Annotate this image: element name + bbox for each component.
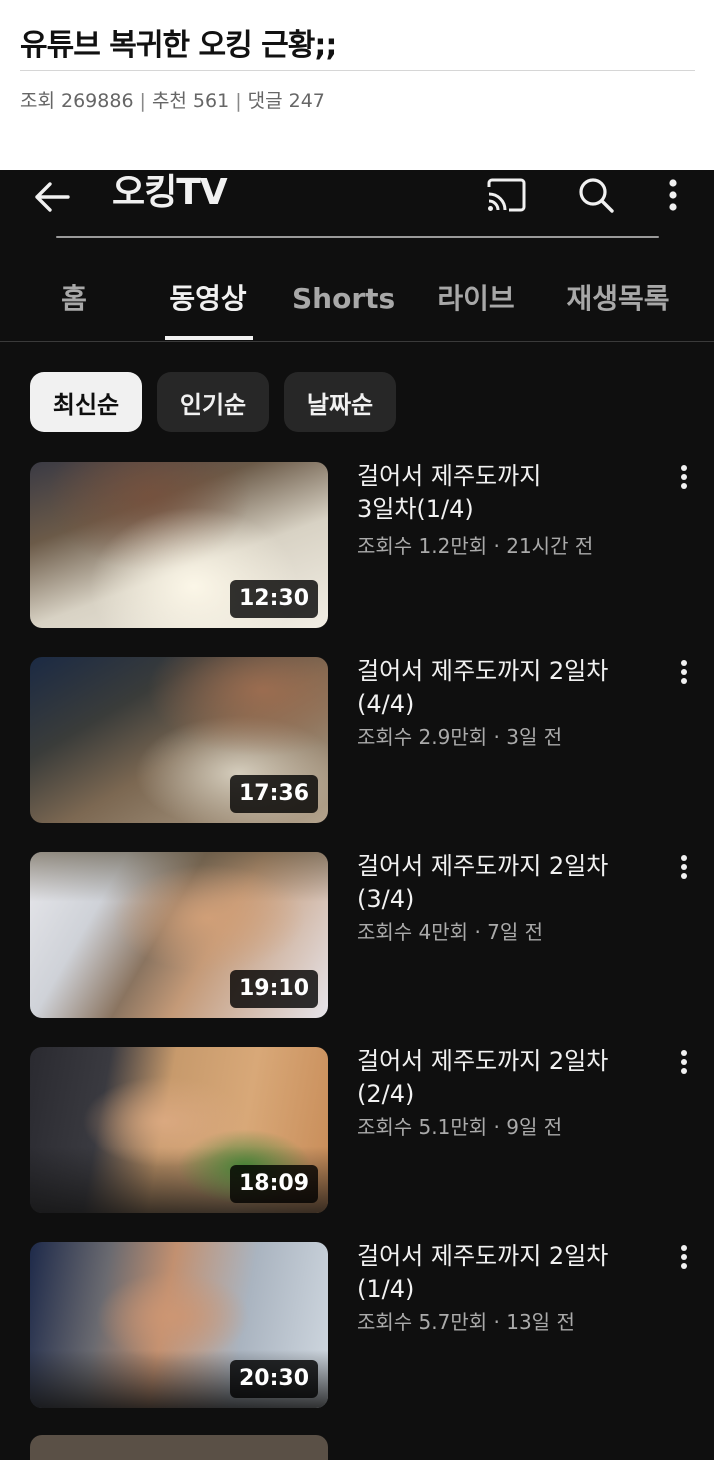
video-thumbnail[interactable] (30, 1435, 328, 1460)
video-meta: 조회수 2.9만회 · 3일 전 (357, 725, 563, 749)
more-vertical-icon (681, 465, 687, 489)
app-bar: 오킹TV (0, 170, 714, 250)
video-meta: 조회수 5.7만회 · 13일 전 (357, 1310, 575, 1334)
video-item[interactable]: 17:36 걸어서 제주도까지 2일차 (4/4) 조회수 2.9만회 · 3일… (0, 655, 714, 825)
post-divider (20, 70, 695, 71)
chip-oldest[interactable]: 날짜순 (284, 372, 396, 432)
more-vertical-icon (681, 855, 687, 879)
channel-tabs: 홈 동영상 Shorts 라이브 재생목록 (0, 266, 714, 342)
video-item[interactable]: 18:09 걸어서 제주도까지 2일차 (2/4) 조회수 5.1만회 · 9일… (0, 1045, 714, 1215)
post-comments: 댓글 247 (247, 90, 325, 112)
video-thumbnail[interactable]: 12:30 (30, 462, 328, 628)
video-duration: 12:30 (229, 580, 318, 618)
video-meta: 조회수 5.1만회 · 9일 전 (357, 1115, 563, 1139)
post-header: 유튜브 복귀한 오킹 근황;; 조회 269886 | 추천 561 | 댓글 247 (0, 0, 714, 170)
video-item[interactable]: 12:30 걸어서 제주도까지 3일차(1/4) 조회수 1.2만회 · 21시… (0, 460, 714, 630)
back-button[interactable] (26, 174, 78, 220)
cast-icon (487, 178, 526, 212)
video-item-partial[interactable] (0, 1435, 714, 1460)
youtube-app-screen: 오킹TV 홈 동영상 Shorts 라이브 재생목록 최신순 인기순 날짜순 1… (0, 170, 714, 1460)
video-meta: 조회수 1.2만회 · 21시간 전 (357, 534, 594, 558)
video-more-button[interactable] (666, 854, 702, 894)
video-thumbnail[interactable]: 20:30 (30, 1242, 328, 1408)
video-more-button[interactable] (666, 464, 702, 504)
video-duration: 20:30 (229, 1360, 318, 1398)
video-title[interactable]: 걸어서 제주도까지 2일차 (3/4) (357, 850, 657, 916)
search-icon (579, 178, 614, 213)
tab-home[interactable]: 홈 (48, 276, 100, 322)
video-item[interactable]: 20:30 걸어서 제주도까지 2일차 (1/4) 조회수 5.7만회 · 13… (0, 1240, 714, 1410)
channel-name: 오킹TV (112, 172, 228, 213)
sort-chips: 최신순 인기순 날짜순 (0, 372, 714, 434)
search-button[interactable] (572, 172, 620, 218)
video-duration: 17:36 (229, 775, 318, 813)
more-vertical-icon (681, 660, 687, 684)
video-thumbnail[interactable]: 17:36 (30, 657, 328, 823)
post-views: 조회 269886 (20, 90, 134, 112)
cast-button[interactable] (482, 172, 530, 218)
back-arrow-icon (35, 182, 70, 212)
video-title[interactable]: 걸어서 제주도까지 2일차 (2/4) (357, 1045, 657, 1111)
video-more-button[interactable] (666, 659, 702, 699)
more-options-button[interactable] (654, 172, 692, 218)
post-meta: 조회 269886 | 추천 561 | 댓글 247 (20, 86, 325, 113)
post-recommend: 추천 561 (151, 90, 230, 112)
video-title[interactable]: 걸어서 제주도까지 2일차 (1/4) (357, 1240, 657, 1306)
more-vertical-icon (681, 1245, 687, 1269)
video-more-button[interactable] (666, 1244, 702, 1284)
video-duration: 18:09 (229, 1165, 318, 1203)
tab-live[interactable]: 라이브 (428, 276, 524, 322)
tab-shorts[interactable]: Shorts (292, 276, 395, 322)
more-vertical-icon (669, 179, 677, 211)
video-thumbnail[interactable]: 18:09 (30, 1047, 328, 1213)
tab-playlists[interactable]: 재생목록 (558, 276, 678, 322)
meta-separator: | (235, 90, 242, 112)
video-item[interactable]: 19:10 걸어서 제주도까지 2일차 (3/4) 조회수 4만회 · 7일 전 (0, 850, 714, 1020)
video-title[interactable]: 걸어서 제주도까지 2일차 (4/4) (357, 655, 657, 721)
video-meta: 조회수 4만회 · 7일 전 (357, 920, 544, 944)
meta-separator: | (139, 90, 146, 112)
video-duration: 19:10 (229, 970, 318, 1008)
chip-popular[interactable]: 인기순 (157, 372, 269, 432)
chip-latest[interactable]: 최신순 (30, 372, 142, 432)
more-vertical-icon (681, 1050, 687, 1074)
video-more-button[interactable] (666, 1049, 702, 1089)
post-title: 유튜브 복귀한 오킹 근황;; (20, 28, 337, 63)
header-divider (56, 236, 659, 238)
video-title[interactable]: 걸어서 제주도까지 3일차(1/4) (357, 460, 657, 526)
tab-videos[interactable]: 동영상 (158, 276, 258, 322)
video-thumbnail[interactable]: 19:10 (30, 852, 328, 1018)
active-tab-indicator (165, 336, 253, 340)
